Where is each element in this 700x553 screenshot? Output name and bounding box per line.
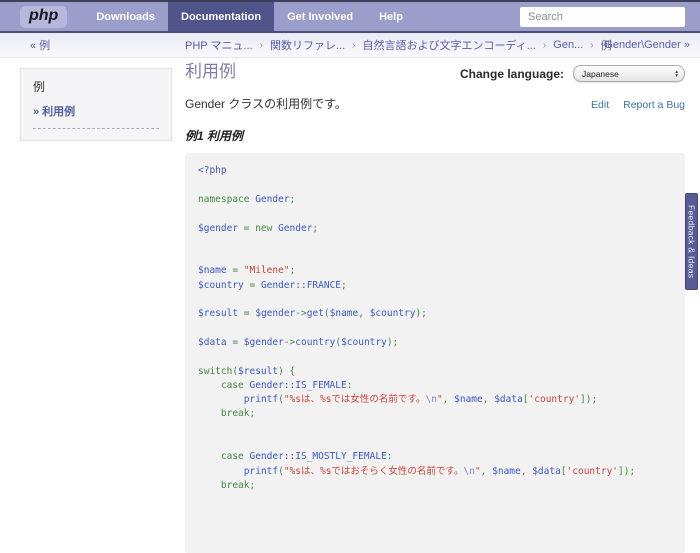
code-block: <?php namespace Gender; $gender = new Ge… bbox=[185, 153, 685, 553]
breadcrumb-separator-icon: › bbox=[352, 39, 356, 51]
nav-item-downloads[interactable]: Downloads bbox=[83, 2, 168, 31]
search-input[interactable] bbox=[520, 6, 685, 27]
page-description: Gender クラスの利用例です。 bbox=[185, 97, 347, 112]
breadcrumb-separator-icon: › bbox=[542, 39, 547, 51]
breadcrumb-current-page[interactable]: Gender\Gender » bbox=[604, 39, 690, 51]
top-navbar: php Downloads Documentation Get Involved He… bbox=[0, 0, 700, 33]
nav-item-help[interactable]: Help bbox=[366, 2, 416, 31]
breadcrumb-item[interactable]: PHP マニュ... bbox=[185, 37, 253, 53]
nav-items: Downloads Documentation Get Involved Help bbox=[83, 2, 416, 31]
nav-item-get-involved[interactable]: Get Involved bbox=[274, 2, 366, 31]
change-language-label: Change language: bbox=[459, 66, 564, 81]
code-pre: <?php namespace Gender; $gender = new Ge… bbox=[198, 165, 636, 491]
php-logo[interactable]: php bbox=[20, 5, 68, 28]
page-title: 利用例 bbox=[185, 62, 236, 81]
change-language: Change language: Japanese ▴ ▾ bbox=[460, 65, 685, 82]
breadcrumb: « 例 PHP マニュ... › 関数リファレ... › 自然言語および文字エンコーディ… bbox=[0, 33, 700, 58]
nav-item-documentation[interactable]: Documentation bbox=[168, 2, 275, 31]
feedback-tab-label: Feedback & Ideas bbox=[686, 204, 697, 279]
breadcrumb-trail: PHP マニュ... › 関数リファレ... › 自然言語および文字エンコーディ... ›… bbox=[185, 37, 612, 53]
language-select-value: Japanese bbox=[582, 68, 619, 79]
feedback-tab[interactable]: Feedback & Ideas bbox=[685, 193, 698, 290]
breadcrumb-separator-icon: › bbox=[259, 39, 263, 51]
select-arrows-icon: ▴ ▾ bbox=[675, 68, 678, 79]
sidebar: 例 » 利用例 bbox=[20, 68, 172, 141]
language-select[interactable]: Japanese ▴ ▾ bbox=[573, 65, 685, 82]
example-title: 例1 利用例 bbox=[185, 129, 244, 144]
edit-link[interactable]: Edit bbox=[591, 99, 609, 111]
breadcrumb-item[interactable]: 例 bbox=[601, 37, 612, 53]
sidebar-items: » 利用例 bbox=[33, 103, 159, 129]
sidebar-item-usage-example[interactable]: » 利用例 bbox=[33, 103, 159, 129]
sidebar-heading: 例 bbox=[33, 80, 46, 94]
breadcrumb-item[interactable]: 関数リファレ... bbox=[270, 37, 345, 53]
main-content: 利用例 Change language: Japanese ▴ ▾ Gender … bbox=[185, 62, 685, 553]
report-bug-link[interactable]: Report a Bug bbox=[623, 99, 685, 111]
breadcrumb-item[interactable]: Gen... bbox=[553, 39, 583, 51]
breadcrumb-item[interactable]: 自然言語および文字エンコーディ... bbox=[363, 37, 536, 53]
breadcrumb-separator-icon: › bbox=[590, 39, 594, 51]
breadcrumb-back-link[interactable]: « 例 bbox=[30, 37, 50, 53]
